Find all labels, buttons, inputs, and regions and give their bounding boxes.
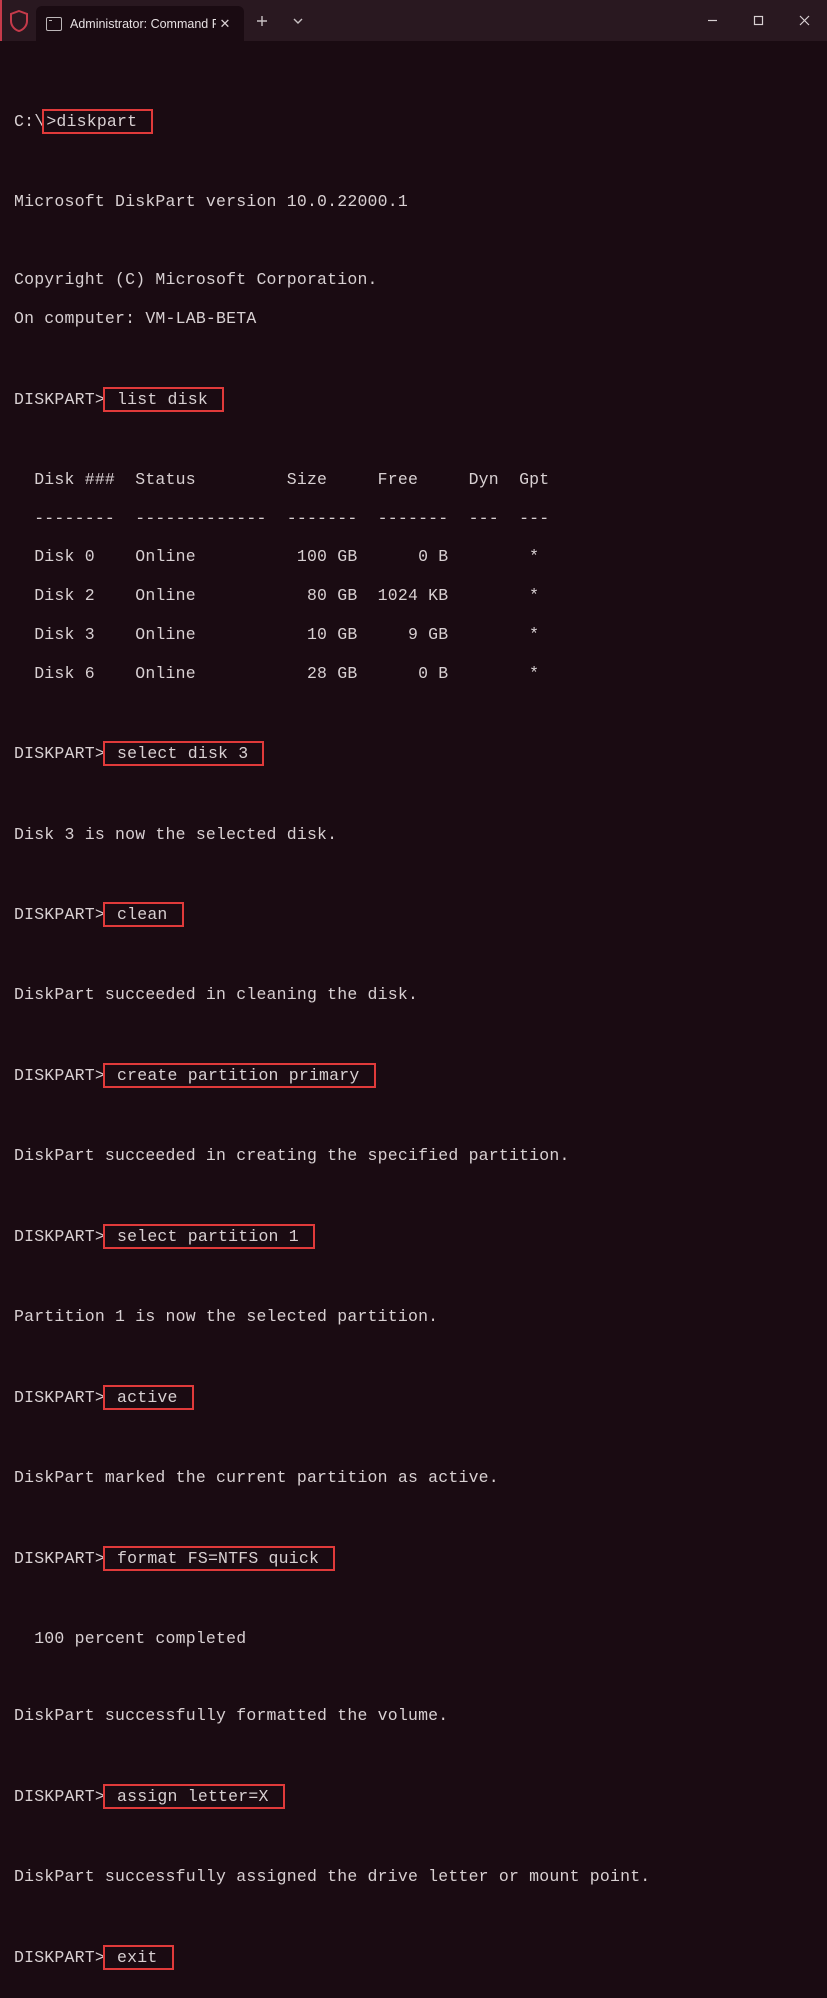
output-line — [14, 947, 813, 966]
output-line — [14, 1590, 813, 1609]
output-line — [14, 1429, 813, 1448]
output-line: Microsoft DiskPart version 10.0.22000.1 — [14, 192, 813, 211]
output-line: DISKPART> list disk — [14, 387, 813, 412]
output-line: DISKPART> select partition 1 — [14, 1224, 813, 1249]
table-row: Disk 6 Online 28 GB 0 B * — [14, 664, 813, 683]
output-line — [14, 1829, 813, 1848]
new-tab-button[interactable] — [244, 0, 280, 41]
table-header: Disk ### Status Size Free Dyn Gpt — [14, 470, 813, 489]
tab-dropdown-button[interactable] — [280, 0, 316, 41]
output-line: DiskPart succeeded in cleaning the disk. — [14, 985, 813, 1004]
close-tab-button[interactable]: ✕ — [216, 15, 234, 33]
output-line: Copyright (C) Microsoft Corporation. — [14, 270, 813, 289]
title-bar: Administrator: Command Prom ✕ — [0, 0, 827, 41]
output-line: 100 percent completed — [14, 1629, 813, 1648]
output-line — [14, 786, 813, 805]
output-line — [14, 703, 813, 722]
table-row: Disk 3 Online 10 GB 9 GB * — [14, 625, 813, 644]
output-line: DISKPART> active — [14, 1385, 813, 1410]
output-line — [14, 1268, 813, 1287]
output-line — [14, 154, 813, 173]
output-line: DISKPART> clean — [14, 902, 813, 927]
output-line: DISKPART> format FS=NTFS quick — [14, 1546, 813, 1571]
output-line — [14, 431, 813, 450]
window-controls — [689, 0, 827, 41]
output-line — [14, 1108, 813, 1127]
table-row: Disk 2 Online 80 GB 1024 KB * — [14, 586, 813, 605]
output-line — [14, 1668, 813, 1687]
output-line — [14, 1745, 813, 1764]
output-line — [14, 1346, 813, 1365]
output-line — [14, 863, 813, 882]
tab-command-prompt[interactable]: Administrator: Command Prom ✕ — [36, 6, 244, 41]
highlight-format: format FS=NTFS quick — [103, 1546, 335, 1571]
output-line — [14, 1024, 813, 1043]
output-line: Partition 1 is now the selected partitio… — [14, 1307, 813, 1326]
output-line — [14, 1507, 813, 1526]
highlight-select-partition: select partition 1 — [103, 1224, 315, 1249]
tab-title: Administrator: Command Prom — [70, 17, 216, 31]
terminal-icon — [46, 17, 62, 31]
output-line: DiskPart successfully formatted the volu… — [14, 1706, 813, 1725]
highlight-list-disk: list disk — [103, 387, 224, 412]
output-line: DISKPART> create partition primary — [14, 1063, 813, 1088]
output-line: DiskPart successfully assigned the drive… — [14, 1867, 813, 1886]
highlight-diskpart: >diskpart — [42, 109, 153, 134]
minimize-button[interactable] — [689, 0, 735, 41]
output-line: C:\>diskpart — [14, 109, 813, 134]
output-line: DiskPart succeeded in creating the speci… — [14, 1146, 813, 1165]
output-line — [14, 231, 813, 250]
output-line: DiskPart marked the current partition as… — [14, 1468, 813, 1487]
output-line — [14, 1906, 813, 1925]
titlebar-drag-area[interactable] — [316, 0, 689, 41]
table-row: Disk 0 Online 100 GB 0 B * — [14, 547, 813, 566]
output-line: DISKPART> select disk 3 — [14, 741, 813, 766]
close-window-button[interactable] — [781, 0, 827, 41]
highlight-active: active — [103, 1385, 194, 1410]
highlight-create-partition: create partition primary — [103, 1063, 376, 1088]
output-line: On computer: VM-LAB-BETA — [14, 309, 813, 328]
terminal-output[interactable]: C:\>diskpart Microsoft DiskPart version … — [0, 41, 827, 1998]
highlight-select-disk: select disk 3 — [103, 741, 265, 766]
maximize-button[interactable] — [735, 0, 781, 41]
output-line — [14, 1185, 813, 1204]
output-line: DISKPART> assign letter=X — [14, 1784, 813, 1809]
output-line — [14, 348, 813, 367]
highlight-exit: exit — [103, 1945, 174, 1970]
output-line: Disk 3 is now the selected disk. — [14, 825, 813, 844]
highlight-clean: clean — [103, 902, 184, 927]
output-line: DISKPART> exit — [14, 1945, 813, 1970]
output-line — [14, 70, 813, 89]
highlight-assign: assign letter=X — [103, 1784, 285, 1809]
table-divider: -------- ------------- ------- ------- -… — [14, 509, 813, 528]
app-shield-icon — [2, 0, 36, 41]
